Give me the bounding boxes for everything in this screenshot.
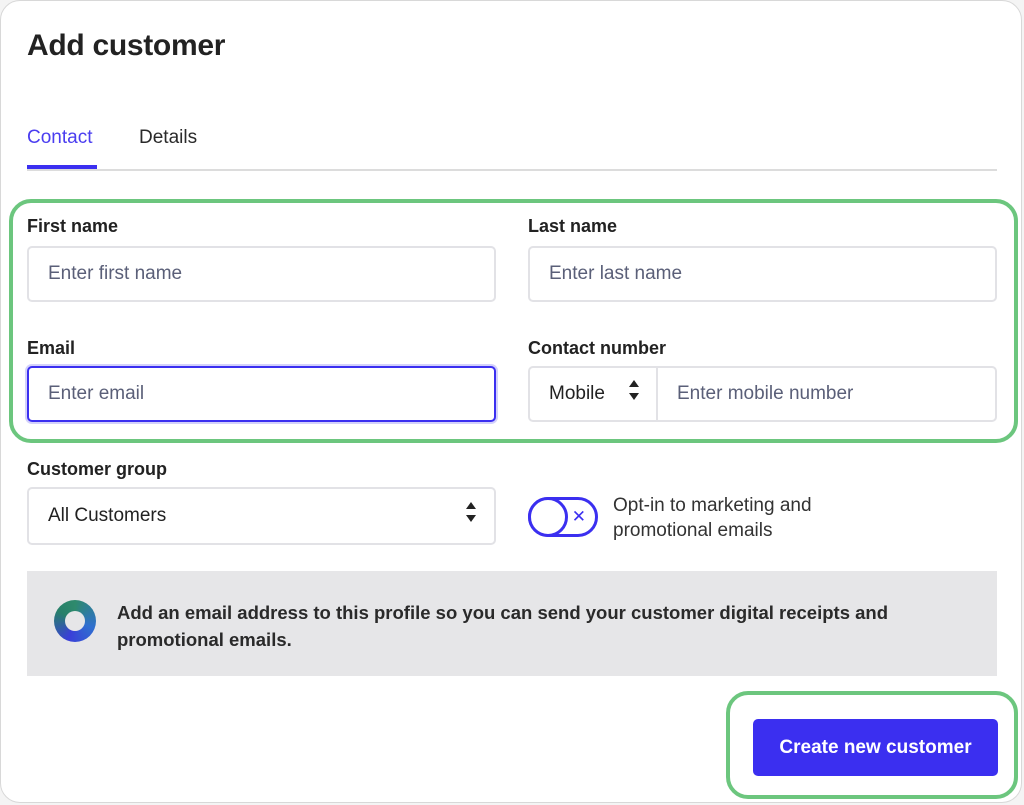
contact-number-field: Mobile	[528, 366, 997, 422]
add-customer-dialog: Add customer Contact Details First name …	[0, 0, 1022, 803]
phone-type-select[interactable]: Mobile	[530, 368, 658, 420]
up-down-arrows-icon	[465, 502, 477, 522]
last-name-input[interactable]	[528, 246, 997, 302]
notice-text: Add an email address to this profile so …	[117, 602, 889, 650]
customer-group-value: All Customers	[48, 505, 167, 526]
contact-number-label: Contact number	[528, 338, 667, 358]
tab-bar: Contact Details	[27, 123, 997, 171]
last-name-label: Last name	[528, 216, 618, 236]
phone-type-value: Mobile	[549, 383, 605, 404]
email-input[interactable]	[27, 366, 496, 422]
first-name-input[interactable]	[27, 246, 496, 302]
email-label: Email	[27, 338, 76, 358]
tab-contact[interactable]: Contact	[27, 127, 98, 169]
ring-icon	[54, 600, 96, 642]
email-notice-banner: Add an email address to this profile so …	[27, 571, 997, 676]
customer-group-label: Customer group	[27, 459, 168, 479]
close-icon: ✕	[571, 507, 586, 526]
create-customer-button[interactable]: Create new customer	[753, 719, 998, 776]
mobile-number-input[interactable]	[658, 368, 995, 420]
page-title: Add customer	[27, 29, 226, 62]
opt-in-label: Opt-in to marketing and promotional emai…	[613, 495, 812, 541]
customer-group-select[interactable]: All Customers	[27, 487, 496, 545]
up-down-arrows-icon	[628, 380, 640, 400]
tab-details[interactable]: Details	[139, 127, 197, 149]
toggle-knob	[528, 497, 568, 537]
first-name-label: First name	[27, 216, 119, 236]
marketing-opt-in-toggle[interactable]: ✕	[528, 497, 598, 537]
